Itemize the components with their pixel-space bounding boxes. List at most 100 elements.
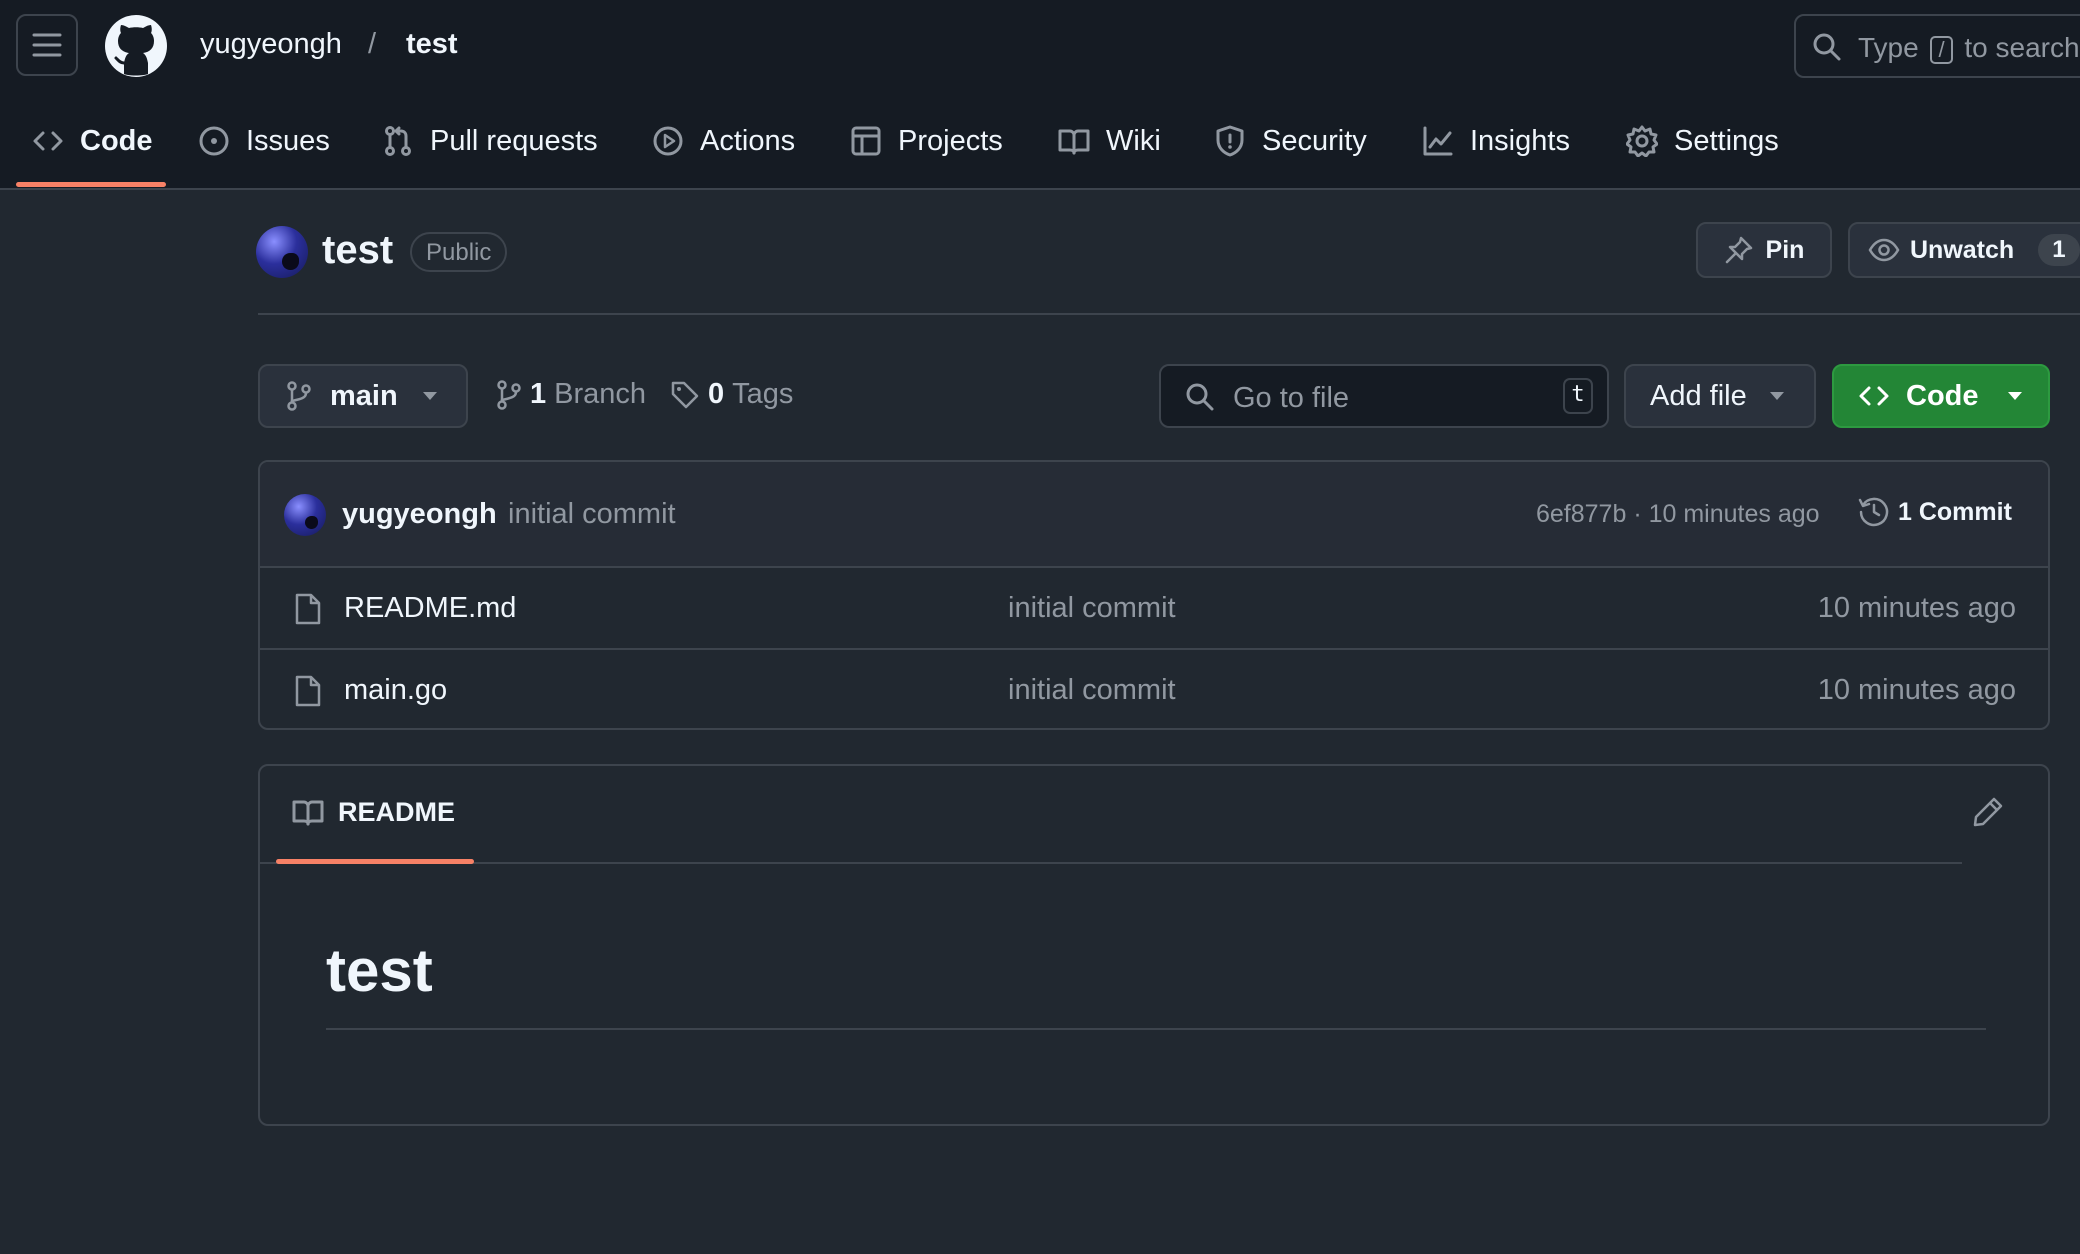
file-icon <box>294 592 322 626</box>
code-icon <box>1858 380 1890 412</box>
tag-label: Tags <box>732 378 794 410</box>
file-row[interactable]: README.md initial commit 10 minutes ago <box>260 568 2048 650</box>
file-age: 10 minutes ago <box>1817 592 2016 624</box>
readme-tab-indicator <box>276 859 474 864</box>
readme-header-divider <box>260 862 1962 864</box>
shield-icon <box>1214 125 1246 157</box>
search-icon <box>1185 382 1215 412</box>
branch-icon <box>496 379 522 410</box>
caret-down-icon <box>422 391 438 401</box>
tab-label: Security <box>1262 124 1367 157</box>
breadcrumb-separator: / <box>368 28 377 60</box>
add-file-button[interactable]: Add file <box>1624 364 1816 428</box>
readme-tab[interactable]: README <box>292 796 455 828</box>
tag-icon <box>670 380 700 410</box>
branch-icon <box>286 381 312 411</box>
branch-selector[interactable]: main <box>258 364 468 428</box>
breadcrumb-owner[interactable]: yugyeongh <box>200 28 342 61</box>
file-name[interactable]: README.md <box>344 592 516 625</box>
readme-tab-label: README <box>338 796 456 827</box>
book-icon <box>292 796 324 828</box>
tab-pull-requests[interactable]: Pull requests <box>382 116 598 166</box>
file-age: 10 minutes ago <box>1817 674 2016 706</box>
code-icon <box>32 125 64 157</box>
pin-label: Pin <box>1765 235 1805 264</box>
history-icon <box>1858 496 1890 528</box>
commit-author-avatar[interactable] <box>284 494 326 536</box>
menu-button[interactable] <box>16 14 78 76</box>
branches-link[interactable]: 1 Branch <box>496 378 646 411</box>
go-to-file-input[interactable]: Go to file t <box>1159 364 1609 428</box>
branch-name: main <box>330 379 398 412</box>
commit-author[interactable]: yugyeongh <box>342 498 497 531</box>
file-row[interactable]: main.go initial commit 10 minutes ago <box>260 650 2048 728</box>
watch-count: 1 <box>2038 234 2080 266</box>
github-logo-icon[interactable] <box>104 14 168 78</box>
code-button-label: Code <box>1906 379 1979 412</box>
tab-label: Insights <box>1470 124 1570 157</box>
caret-down-icon <box>2007 391 2023 401</box>
unwatch-label: Unwatch <box>1910 235 2015 264</box>
tag-count: 0 <box>708 378 725 410</box>
commit-message[interactable]: initial commit <box>508 498 676 531</box>
repo-owner-avatar[interactable] <box>256 226 308 278</box>
branch-count: 1 <box>530 378 547 410</box>
readme-panel: README test <box>258 764 2050 1126</box>
add-file-label: Add file <box>1650 379 1747 412</box>
code-button[interactable]: Code <box>1832 364 2050 428</box>
search-placeholder: Type / to search <box>1858 32 2080 64</box>
pin-button[interactable]: Pin <box>1696 222 1832 278</box>
tab-label: Settings <box>1674 124 1779 157</box>
tab-code[interactable]: Code <box>32 116 153 166</box>
go-to-file-shortcut: t <box>1563 378 1593 414</box>
global-search[interactable]: Type / to search <box>1794 14 2080 78</box>
tab-label: Code <box>80 124 153 157</box>
file-icon <box>294 674 322 708</box>
breadcrumb-repo[interactable]: test <box>406 28 458 61</box>
tab-settings[interactable]: Settings <box>1626 116 1779 166</box>
book-icon <box>1058 125 1090 157</box>
caret-down-icon <box>1769 391 1785 401</box>
title-divider <box>258 313 2080 315</box>
pin-icon <box>1724 235 1754 265</box>
play-icon <box>652 125 684 157</box>
repo-title[interactable]: test <box>322 228 393 273</box>
global-header: yugyeongh / test Type / to search Code I… <box>0 0 2080 190</box>
tab-insights[interactable]: Insights <box>1422 116 1570 166</box>
branch-label: Branch <box>554 378 647 410</box>
graph-icon <box>1422 125 1454 157</box>
tags-link[interactable]: 0 Tags <box>670 378 793 411</box>
pull-request-icon <box>382 125 414 157</box>
edit-pencil-icon[interactable] <box>1972 796 2004 828</box>
tab-security[interactable]: Security <box>1214 116 1367 166</box>
file-commit-message[interactable]: initial commit <box>1008 592 1176 625</box>
file-browser: yugyeongh initial commit 6ef877b · 10 mi… <box>258 460 2050 730</box>
tab-actions[interactable]: Actions <box>652 116 795 166</box>
readme-heading: test <box>326 937 433 1004</box>
latest-commit-bar: yugyeongh initial commit 6ef877b · 10 mi… <box>260 462 2048 568</box>
tab-label: Projects <box>898 124 1003 157</box>
eye-icon <box>1868 238 1900 262</box>
visibility-badge: Public <box>410 232 508 272</box>
search-icon <box>1812 32 1842 62</box>
commit-history-link[interactable]: 1 Commit <box>1858 496 2012 528</box>
issue-icon <box>198 125 230 157</box>
tab-projects[interactable]: Projects <box>850 116 1003 166</box>
unwatch-button[interactable]: Unwatch 1 <box>1848 222 2080 278</box>
commit-count: 1 Commit <box>1898 497 2012 526</box>
file-name[interactable]: main.go <box>344 674 447 707</box>
table-icon <box>850 125 882 157</box>
hamburger-icon <box>32 32 62 58</box>
active-tab-indicator <box>16 182 166 187</box>
go-to-file-placeholder: Go to file <box>1233 382 1350 414</box>
tab-label: Pull requests <box>430 124 598 157</box>
tab-label: Actions <box>700 124 796 157</box>
tab-issues[interactable]: Issues <box>198 116 330 166</box>
commit-meta[interactable]: 6ef877b · 10 minutes ago <box>1536 500 1820 529</box>
file-commit-message[interactable]: initial commit <box>1008 674 1176 707</box>
tab-label: Wiki <box>1106 124 1161 157</box>
tab-wiki[interactable]: Wiki <box>1058 116 1161 166</box>
readme-heading-rule <box>326 1028 1986 1030</box>
tab-label: Issues <box>246 124 330 157</box>
gear-icon <box>1626 125 1658 157</box>
